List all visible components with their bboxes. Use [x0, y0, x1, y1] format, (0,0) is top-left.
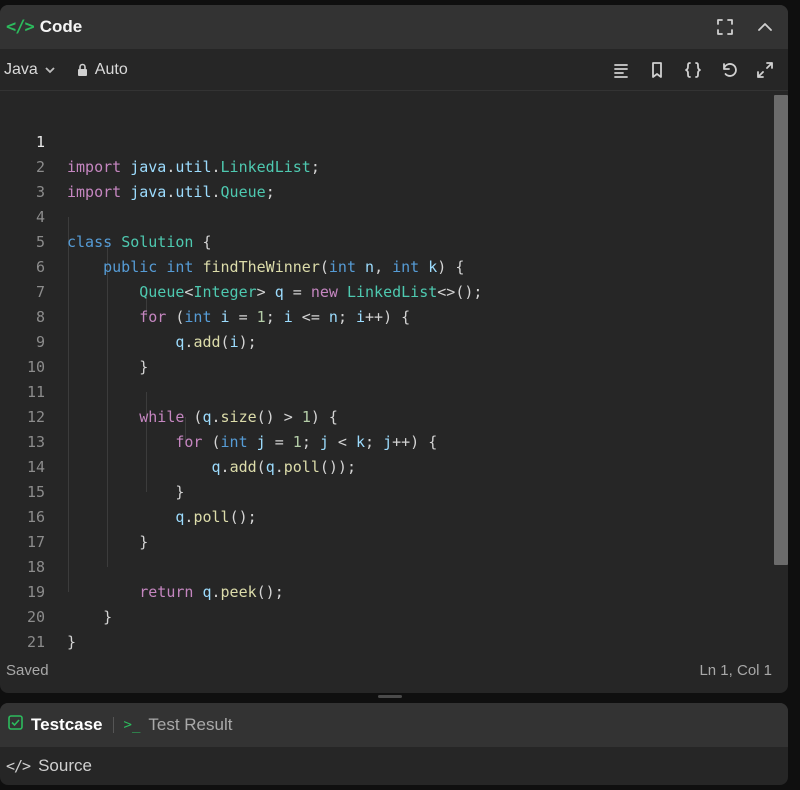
editor-statusbar: Saved Ln 1, Col 1 — [0, 647, 788, 693]
chevron-up-icon[interactable] — [754, 16, 776, 38]
code-line: 5 public int findTheWinner(int n, int k)… — [0, 205, 770, 276]
chevron-down-icon — [45, 66, 55, 73]
editor-scrollbar[interactable] — [772, 95, 788, 641]
panel-title: Code — [39, 17, 83, 36]
code-icon: </> — [6, 757, 31, 775]
reset-icon[interactable] — [718, 59, 740, 81]
format-icon[interactable] — [610, 59, 632, 81]
auto-mode-indicator[interactable]: Auto — [76, 61, 128, 79]
tab-divider — [112, 717, 114, 733]
code-line: 2 import java.util.Queue; — [0, 130, 770, 201]
code-line: 11 while (q.size() > 1) { — [0, 355, 770, 426]
source-label: Source — [38, 756, 92, 775]
code-panel: </> Code Java Auto 1 import java.util.Li… — [0, 5, 788, 693]
auto-mode-label: Auto — [94, 60, 128, 78]
checkbox-icon — [8, 715, 23, 735]
language-label: Java — [4, 60, 38, 78]
code-editor[interactable]: 1 import java.util.LinkedList; 2 import … — [0, 91, 788, 651]
code-line: 6 Queue<Integer> q = new LinkedList<>(); — [0, 230, 770, 301]
cursor-position[interactable]: Ln 1, Col 1 — [699, 662, 772, 679]
code-line: 17 — [0, 505, 770, 551]
code-panel-title: </> Code — [6, 17, 82, 37]
code-line: 10 — [0, 330, 770, 376]
code-line: 14 } — [0, 430, 770, 501]
tab-test-result-label: Test Result — [148, 715, 233, 734]
code-line: 4 class Solution { — [0, 180, 770, 251]
code-line: 7 for (int i = 1; i <= n; i++) { — [0, 255, 770, 326]
braces-icon[interactable] — [682, 59, 704, 81]
code-panel-header: </> Code — [0, 5, 788, 49]
code-line: 21 — [0, 605, 770, 651]
expand-icon[interactable] — [754, 59, 776, 81]
code-line: 8 q.add(i); — [0, 280, 770, 351]
code-line: 15 q.poll(); — [0, 455, 770, 526]
fullscreen-icon[interactable] — [714, 16, 736, 38]
language-select[interactable]: Java — [4, 61, 56, 79]
lock-icon — [77, 63, 87, 76]
code-line: 20 } — [0, 580, 770, 651]
panel-resize-handle[interactable] — [378, 695, 402, 698]
tab-testcase-label: Testcase — [31, 715, 103, 734]
code-icon: </> — [6, 17, 35, 37]
terminal-icon: >_ — [123, 717, 141, 733]
bookmark-icon[interactable] — [646, 59, 668, 81]
source-section[interactable]: </> Source — [0, 747, 788, 785]
code-line: 18 return q.peek(); — [0, 530, 770, 601]
tab-testcase[interactable]: Testcase — [8, 715, 103, 735]
code-line: 3 — [0, 155, 770, 201]
scrollbar-thumb[interactable] — [774, 95, 788, 565]
code-line: 16 } — [0, 480, 770, 551]
code-line: 12 for (int j = 1; j < k; j++) { — [0, 380, 770, 451]
code-line: 1 import java.util.LinkedList; — [0, 105, 770, 176]
editor-toolbar: Java Auto — [0, 49, 788, 91]
test-panel-tabs: Testcase >_ Test Result — [0, 703, 788, 747]
code-line: 19 } — [0, 555, 770, 626]
saved-status: Saved — [6, 661, 49, 679]
code-line: 13 q.add(q.poll()); — [0, 405, 770, 476]
tab-test-result[interactable]: >_ Test Result — [124, 715, 233, 735]
code-line: 9 } — [0, 305, 770, 376]
test-panel: Testcase >_ Test Result </> Source — [0, 703, 788, 785]
